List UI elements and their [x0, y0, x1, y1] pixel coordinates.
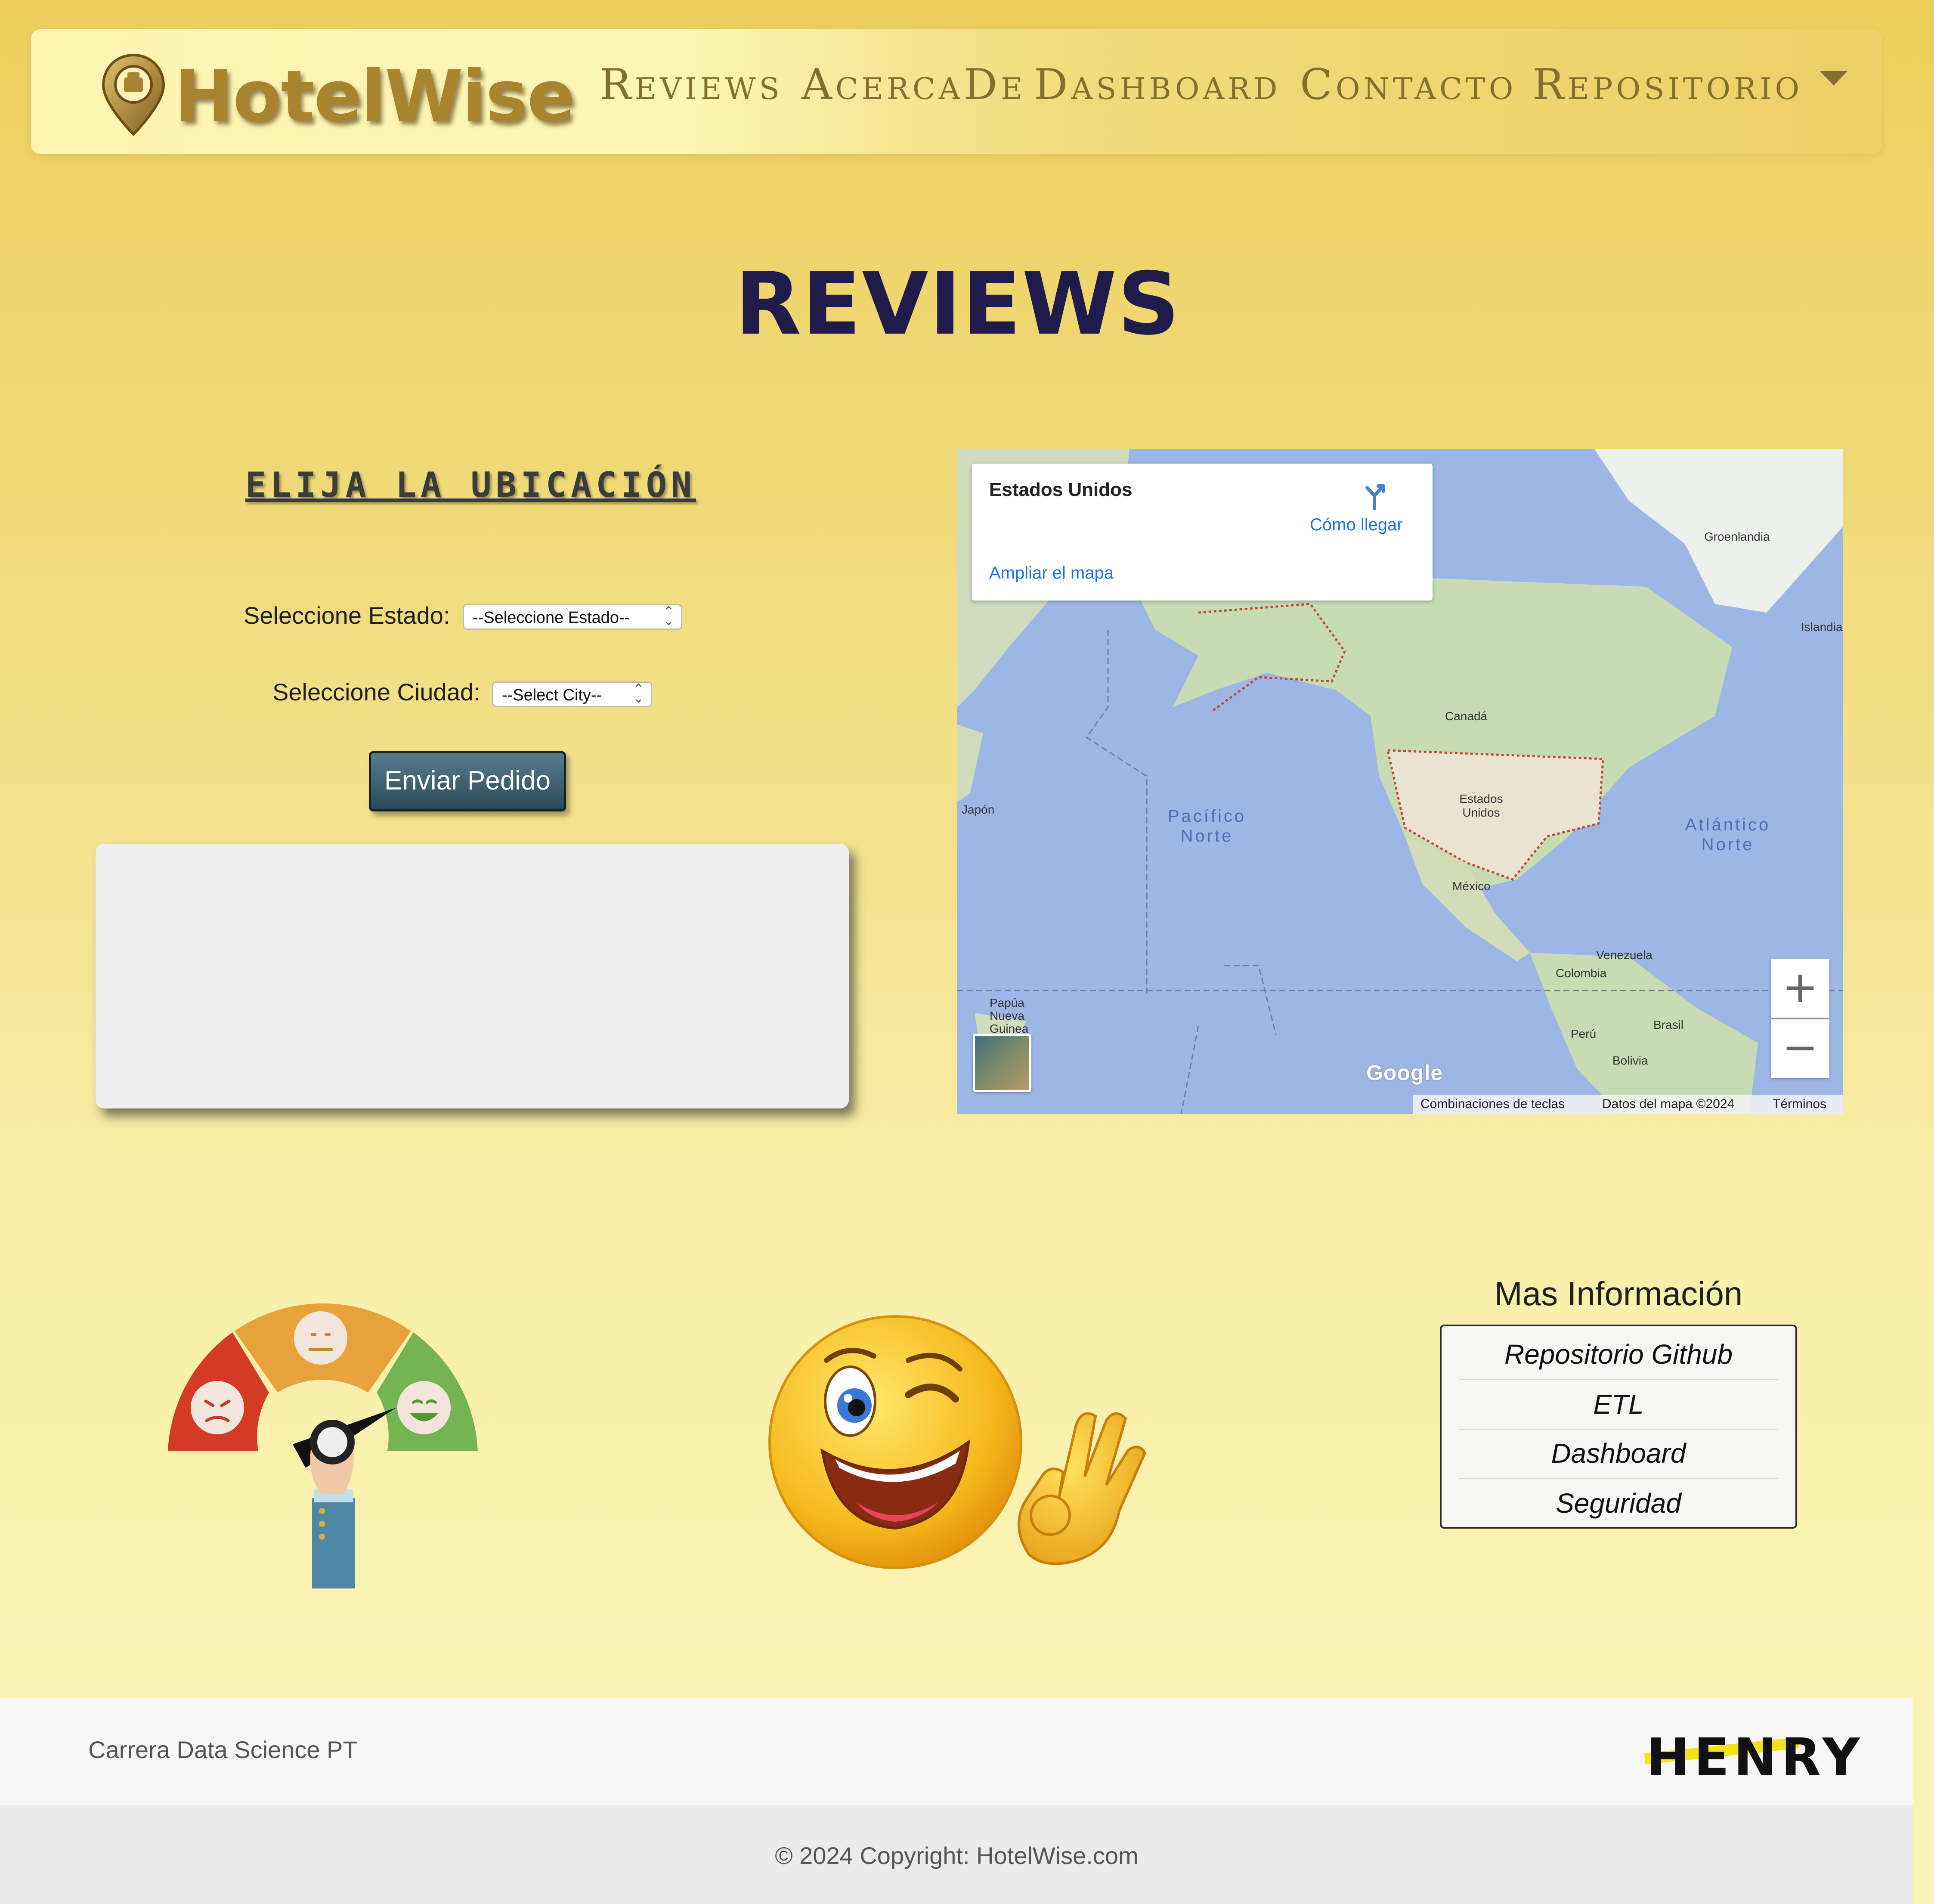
map-ocean-pacifico: Pacífico Norte — [1167, 807, 1247, 845]
city-label: Seleccione Ciudad: — [272, 678, 480, 706]
page-title: REVIEWS — [735, 254, 1181, 354]
map-footer: Combinaciones de teclas Datos del mapa ©… — [1413, 1095, 1843, 1114]
nav-reviews[interactable]: Reviews — [600, 60, 783, 109]
satisfaction-gauge-illustration — [168, 1303, 478, 1588]
map-label-brasil: Brasil — [1653, 1018, 1684, 1031]
winking-emoji-illustration — [768, 1315, 1147, 1569]
more-info-title: Mas Información — [1494, 1275, 1743, 1313]
more-info-list: Repositorio Github ETL Dashboard Segurid… — [1440, 1325, 1797, 1529]
nav-dashboard[interactable]: Dashboard — [1034, 60, 1281, 109]
link-seguridad[interactable]: Seguridad — [1459, 1479, 1778, 1528]
map-card-title: Estados Unidos — [989, 479, 1133, 500]
nav-repositorio[interactable]: Repositorio — [1532, 60, 1803, 109]
map-ocean-atlantico: Atlántico Norte — [1685, 815, 1771, 854]
submit-button[interactable]: Enviar Pedido — [369, 751, 566, 811]
map-enlarge-link[interactable]: Ampliar el mapa — [989, 563, 1114, 583]
directions-icon[interactable] — [1359, 481, 1389, 511]
zoom-in-button[interactable]: + — [1771, 959, 1829, 1018]
map-label-peru: Perú — [1571, 1027, 1597, 1040]
select-arrows-icon: ⌃ ⌄ — [663, 604, 674, 628]
state-select[interactable]: --Seleccione Estado-- ⌃ ⌄ — [463, 604, 682, 630]
nav-contacto[interactable]: Contacto — [1300, 60, 1516, 109]
location-pin-icon — [102, 53, 165, 136]
map-label-venezuela: Venezuela — [1596, 948, 1652, 962]
google-logo: Google — [1366, 1061, 1443, 1085]
location-heading: ELIJA LA UBICACIÓN — [245, 465, 696, 505]
link-etl[interactable]: ETL — [1459, 1380, 1778, 1429]
zoom-out-button[interactable]: − — [1771, 1019, 1829, 1078]
map-label-papua: Papúa Nueva Guinea — [990, 996, 1029, 1035]
link-repositorio-github[interactable]: Repositorio Github — [1459, 1330, 1778, 1379]
select-arrows-icon: ⌃ ⌄ — [633, 682, 644, 706]
map-shortcuts-link[interactable]: Combinaciones de teclas — [1420, 1097, 1565, 1111]
map-embed[interactable]: Groenlandia Islandia Canadá Estados Unid… — [957, 449, 1843, 1114]
map-label-japon: Japón — [962, 803, 995, 816]
map-label-canada: Canadá — [1445, 709, 1488, 723]
map-layer-toggle[interactable] — [973, 1034, 1031, 1092]
map-label-groenlandia: Groenlandia — [1704, 530, 1770, 543]
brand-logo[interactable]: HotelWise — [99, 52, 575, 138]
state-label: Seleccione Estado: — [244, 602, 450, 629]
copyright-text: © 2024 Copyright: HotelWise.com — [775, 1842, 1139, 1869]
map-label-mexico: México — [1452, 879, 1491, 893]
footer-copyright-bar: © 2024 Copyright: HotelWise.com — [0, 1805, 1913, 1904]
dropdown-caret-icon[interactable] — [1820, 71, 1847, 86]
henry-logo[interactable]: HENRY — [1646, 1728, 1864, 1788]
city-select[interactable]: --Select City-- ⌃ ⌄ — [492, 681, 652, 707]
map-label-islandia: Islandia — [1801, 620, 1843, 634]
map-info-card: Estados Unidos Cómo llegar Ampliar el ma… — [972, 464, 1433, 601]
footer: Carrera Data Science PT HENRY — [0, 1698, 1913, 1805]
map-terms-link[interactable]: Términos — [1773, 1097, 1826, 1111]
link-dashboard[interactable]: Dashboard — [1459, 1429, 1778, 1478]
city-select-value: --Select City-- — [502, 686, 602, 704]
footer-program: Carrera Data Science PT — [88, 1736, 358, 1763]
result-panel — [96, 844, 849, 1108]
map-label-estados-unidos: Estados Unidos — [1459, 792, 1503, 819]
state-select-value: --Seleccione Estado-- — [473, 609, 630, 627]
map-label-bolivia: Bolivia — [1612, 1054, 1648, 1067]
map-directions-link[interactable]: Cómo llegar — [1310, 515, 1403, 535]
map-data-credit: Datos del mapa ©2024 — [1602, 1097, 1735, 1111]
map-label-colombia: Colombia — [1556, 966, 1607, 980]
brand-name: HotelWise — [174, 55, 575, 138]
nav-acercade[interactable]: AcercaDe — [801, 60, 1026, 109]
